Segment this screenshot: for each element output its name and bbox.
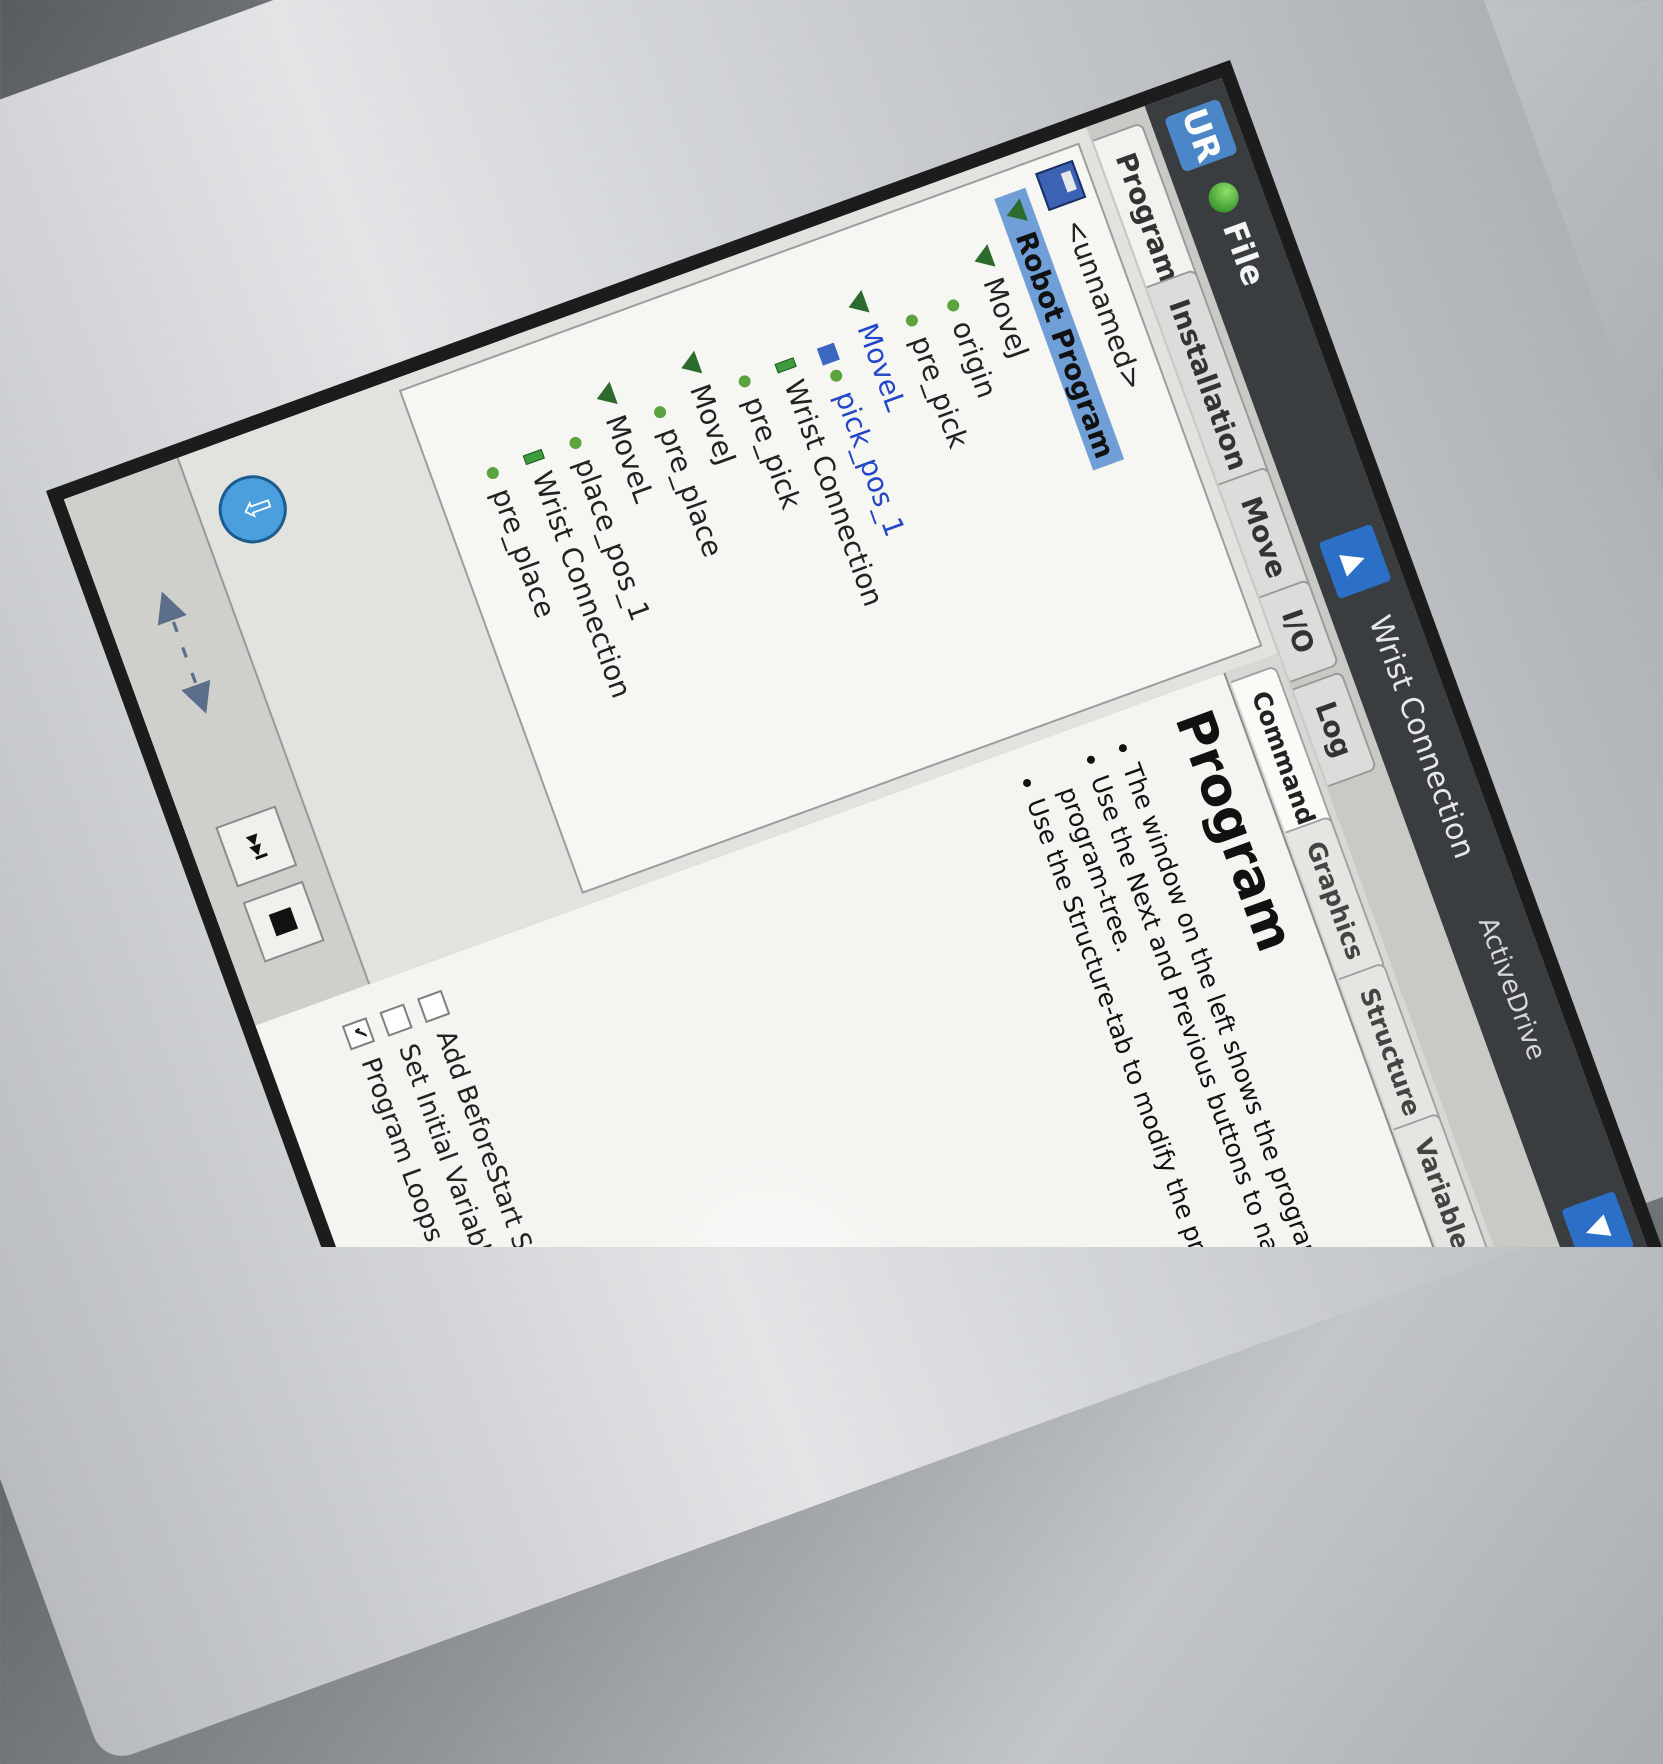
status-led-icon <box>1204 178 1243 217</box>
scroll-down-button[interactable]: ⇩ <box>209 465 297 553</box>
checkbox-checked[interactable]: ✔ <box>342 1016 376 1051</box>
prev-program-button[interactable]: ▲ <box>1318 523 1392 600</box>
next-program-button[interactable]: ▼ <box>1561 1190 1635 1247</box>
checkbox[interactable] <box>379 1003 414 1037</box>
waypoint-icon <box>736 373 753 390</box>
program-options: Add BeforeStart Sequence Set Initial Var… <box>332 985 585 1247</box>
waypoint-icon <box>652 404 668 420</box>
expand-triangle-icon <box>970 244 996 273</box>
stop-button[interactable]: ■ <box>242 880 325 963</box>
checkbox[interactable] <box>417 989 451 1023</box>
navigation-bar: ◀- - -▶ ⏭ ■ <box>63 457 371 1026</box>
screen-viewport: UR File ▲ Wrist Connection ActiveDrive ▼… <box>0 0 1663 1247</box>
save-icon[interactable] <box>1035 159 1087 212</box>
waypoint-icon <box>485 465 501 481</box>
simulation-toggle-icon[interactable]: ◀- - -▶ <box>143 583 231 721</box>
screen-glare <box>609 1126 998 1247</box>
expand-triangle-icon <box>592 381 618 411</box>
file-menu[interactable]: File <box>1215 216 1273 291</box>
expand-triangle-icon <box>844 289 870 319</box>
ur-logo: UR <box>1163 98 1239 173</box>
waypoint-icon <box>904 312 920 329</box>
waypoint-icon <box>567 435 584 451</box>
polyscope-screen: UR File ▲ Wrist Connection ActiveDrive ▼… <box>45 60 1663 1247</box>
expand-triangle-icon <box>1002 198 1028 228</box>
expand-triangle-icon <box>677 350 703 380</box>
cursor-flag-icon <box>816 342 840 366</box>
waypoint-icon <box>828 368 844 384</box>
waypoint-icon <box>945 297 961 314</box>
urcap-icon <box>774 357 797 374</box>
urcap-icon <box>522 448 545 466</box>
step-button[interactable]: ⏭ <box>215 805 298 888</box>
